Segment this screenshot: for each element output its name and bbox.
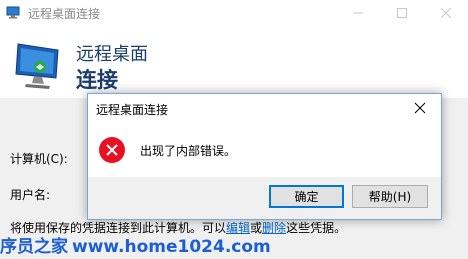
- help-button[interactable]: 帮助(H): [352, 185, 428, 208]
- watermark-text: 序员之家: [0, 237, 68, 257]
- remote-desktop-icon: [6, 6, 20, 19]
- remote-desktop-monitor-icon: [12, 40, 62, 93]
- username-label: 用户名:: [10, 188, 51, 202]
- computer-label: 计算机(C):: [10, 152, 68, 166]
- banner: 远程桌面 连接: [0, 26, 468, 98]
- watermark: 序员之家 www.home1024.com: [0, 232, 271, 257]
- dialog-title-bar: 远程桌面连接: [88, 94, 441, 122]
- minimize-button[interactable]: [336, 0, 380, 26]
- title-bar: 远程桌面连接: [0, 0, 468, 26]
- saved-text-suffix: 这些凭据。: [286, 221, 347, 235]
- banner-title-line1: 远程桌面: [76, 44, 148, 65]
- error-message: 出现了内部错误。: [140, 144, 237, 158]
- close-icon[interactable]: [408, 100, 432, 116]
- dialog-content: 出现了内部错误。: [88, 122, 441, 177]
- error-dialog: 远程桌面连接 出现了内部错误。 确定 帮助(H): [87, 93, 442, 220]
- window-title: 远程桌面连接: [28, 7, 101, 21]
- ok-button[interactable]: 确定: [269, 185, 344, 208]
- window-close-button[interactable]: [424, 0, 468, 26]
- error-x-icon: [98, 136, 126, 167]
- banner-title-line2: 连接: [76, 68, 118, 92]
- watermark-url: www.home1024.com: [72, 237, 271, 257]
- maximize-button[interactable]: [380, 0, 424, 26]
- dialog-title: 远程桌面连接: [96, 103, 169, 117]
